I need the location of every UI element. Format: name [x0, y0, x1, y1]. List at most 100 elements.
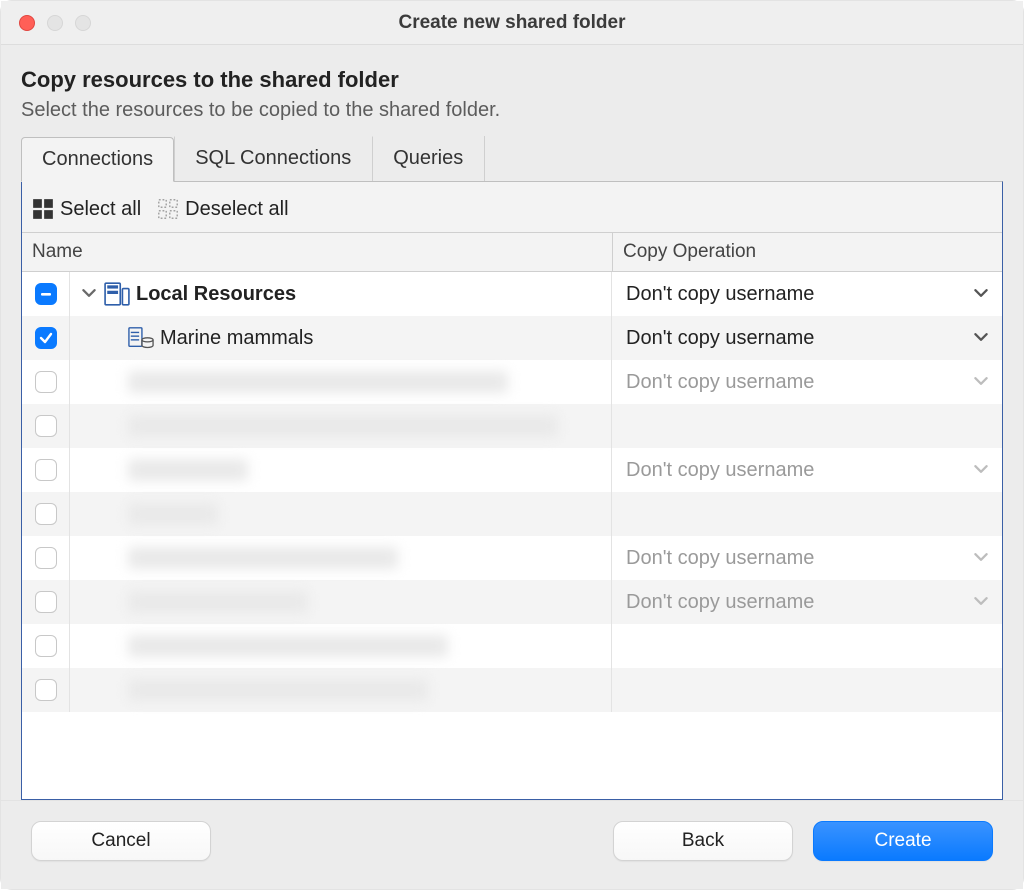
table-header: Name Copy Operation	[22, 232, 1002, 272]
page-heading: Copy resources to the shared folder	[21, 67, 1003, 93]
row-checkbox[interactable]	[35, 415, 57, 437]
titlebar: Create new shared folder	[1, 1, 1023, 45]
tabstrip: Connections SQL Connections Queries	[21, 136, 1003, 182]
copy-operation-value: Don't copy username	[626, 371, 814, 394]
table-row	[22, 492, 1002, 536]
row-checkbox[interactable]	[35, 679, 57, 701]
copy-operation-dropdown[interactable]: Don't copy username	[612, 580, 1002, 624]
row-checkbox[interactable]	[35, 503, 57, 525]
table-body: Local ResourcesDon't copy usernameMarine…	[22, 272, 1002, 799]
row-checkbox-cell	[22, 360, 70, 404]
copy-operation-dropdown[interactable]: Don't copy username	[612, 316, 1002, 360]
select-all-label: Select all	[60, 198, 141, 221]
close-window-button[interactable]	[19, 15, 35, 31]
db-icon	[128, 326, 154, 350]
table-row: Don't copy username	[22, 580, 1002, 624]
row-checkbox[interactable]	[35, 459, 57, 481]
redacted-label	[128, 459, 248, 481]
deselect-all-icon	[155, 196, 181, 222]
copy-operation-value: Don't copy username	[626, 591, 814, 614]
redacted-label	[128, 503, 218, 525]
table-row: Don't copy username	[22, 360, 1002, 404]
column-header-name[interactable]: Name	[22, 233, 612, 271]
tab-spacer	[484, 136, 1003, 181]
expand-toggle-icon[interactable]	[82, 286, 100, 303]
chevron-down-icon	[974, 462, 988, 479]
select-all-button[interactable]: Select all	[30, 196, 141, 222]
row-name-cell: Local Resources	[70, 272, 612, 316]
row-name-cell	[70, 492, 612, 536]
minimize-window-button[interactable]	[47, 15, 63, 31]
row-name-cell	[70, 668, 612, 712]
dialog-content: Copy resources to the shared folder Sele…	[1, 45, 1023, 800]
copy-operation-dropdown	[612, 492, 1002, 536]
redacted-label	[128, 591, 308, 613]
copy-operation-dropdown[interactable]: Don't copy username	[612, 360, 1002, 404]
back-button[interactable]: Back	[613, 821, 793, 861]
row-name-cell	[70, 360, 612, 404]
cancel-button[interactable]: Cancel	[31, 821, 211, 861]
row-checkbox-cell	[22, 536, 70, 580]
row-label: Marine mammals	[160, 327, 313, 350]
select-all-icon	[30, 196, 56, 222]
row-name-cell	[70, 536, 612, 580]
deselect-all-button[interactable]: Deselect all	[155, 196, 288, 222]
copy-operation-dropdown	[612, 624, 1002, 668]
copy-operation-dropdown	[612, 668, 1002, 712]
table-row	[22, 668, 1002, 712]
tab-body: Select all Deselect all Name	[21, 181, 1003, 800]
row-checkbox-cell	[22, 448, 70, 492]
row-checkbox[interactable]	[35, 371, 57, 393]
copy-operation-value: Don't copy username	[626, 327, 814, 350]
table-row	[22, 624, 1002, 668]
row-checkbox-cell	[22, 404, 70, 448]
row-name-cell	[70, 624, 612, 668]
dialog-footer: Cancel Back Create	[1, 800, 1023, 889]
row-name-cell: Marine mammals	[70, 316, 612, 360]
chevron-down-icon	[974, 374, 988, 391]
window-title: Create new shared folder	[1, 12, 1023, 34]
row-checkbox[interactable]	[35, 283, 57, 305]
tab-connections[interactable]: Connections	[21, 137, 174, 182]
page-subheading: Select the resources to be copied to the…	[21, 99, 1003, 122]
copy-operation-dropdown[interactable]: Don't copy username	[612, 448, 1002, 492]
copy-operation-dropdown[interactable]: Don't copy username	[612, 272, 1002, 316]
row-name-cell	[70, 580, 612, 624]
create-button[interactable]: Create	[813, 821, 993, 861]
window-controls	[19, 15, 91, 31]
copy-operation-dropdown[interactable]: Don't copy username	[612, 536, 1002, 580]
server-icon	[104, 282, 130, 306]
chevron-down-icon	[974, 330, 988, 347]
row-checkbox[interactable]	[35, 635, 57, 657]
row-checkbox[interactable]	[35, 547, 57, 569]
tab-sql-connections[interactable]: SQL Connections	[174, 136, 372, 181]
table-row: Don't copy username	[22, 536, 1002, 580]
dialog-window: Create new shared folder Copy resources …	[0, 0, 1024, 890]
row-checkbox[interactable]	[35, 327, 57, 349]
deselect-all-label: Deselect all	[185, 198, 288, 221]
tab-queries[interactable]: Queries	[372, 136, 484, 181]
row-checkbox-cell	[22, 316, 70, 360]
copy-operation-value: Don't copy username	[626, 459, 814, 482]
chevron-down-icon	[974, 594, 988, 611]
row-checkbox-cell	[22, 272, 70, 316]
table-row: Local Resources Don't copy username	[22, 272, 1002, 316]
copy-operation-value: Don't copy username	[626, 547, 814, 570]
zoom-window-button[interactable]	[75, 15, 91, 31]
redacted-label	[128, 371, 508, 393]
row-checkbox-cell	[22, 492, 70, 536]
chevron-down-icon	[974, 286, 988, 303]
row-checkbox[interactable]	[35, 591, 57, 613]
table-row: Marine mammals Don't copy username	[22, 316, 1002, 360]
redacted-label	[128, 547, 398, 569]
redacted-label	[128, 635, 448, 657]
row-label: Local Resources	[136, 283, 296, 306]
column-header-copy-operation[interactable]: Copy Operation	[612, 233, 1002, 271]
table-row: Don't copy username	[22, 448, 1002, 492]
toolbar: Select all Deselect all	[22, 182, 1002, 232]
row-checkbox-cell	[22, 624, 70, 668]
copy-operation-value: Don't copy username	[626, 283, 814, 306]
chevron-down-icon	[974, 550, 988, 567]
redacted-label	[128, 415, 558, 437]
row-checkbox-cell	[22, 668, 70, 712]
